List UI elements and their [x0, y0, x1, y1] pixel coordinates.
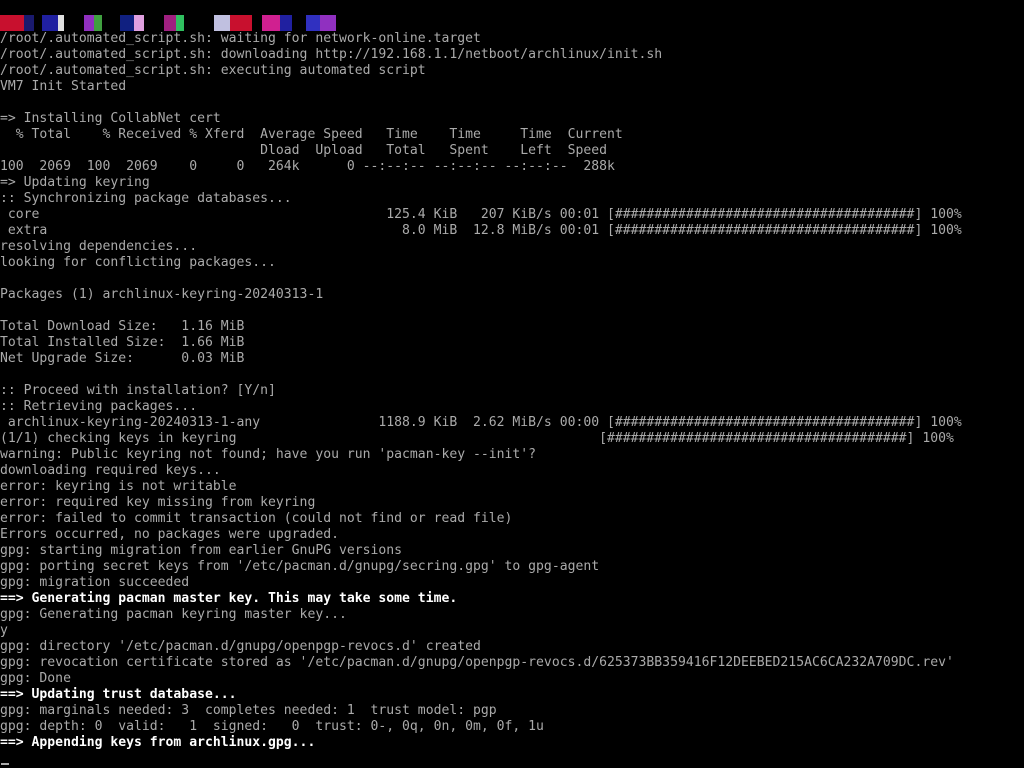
terminal-line: :: Synchronizing package databases...	[0, 191, 292, 206]
terminal-line: gpg: Generating pacman keyring master ke…	[0, 607, 347, 622]
glitch-segment	[120, 15, 134, 31]
terminal-line: warning: Public keyring not found; have …	[0, 447, 537, 462]
terminal-line: /root/.automated_script.sh: waiting for …	[0, 31, 481, 46]
terminal-line: error: keyring is not writable	[0, 479, 237, 494]
terminal-line: gpg: Done	[0, 671, 71, 686]
glitch-segment	[94, 15, 102, 31]
glitch-segment	[214, 15, 230, 31]
glitch-segment	[262, 15, 280, 31]
terminal-console[interactable]: /root/.automated_script.sh: waiting for …	[0, 0, 1024, 768]
terminal-line: gpg: depth: 0 valid: 1 signed: 0 trust: …	[0, 719, 544, 734]
terminal-line: :: Retrieving packages...	[0, 399, 198, 414]
terminal-line: /root/.automated_script.sh: downloading …	[0, 47, 663, 62]
glitch-segment	[34, 15, 42, 31]
terminal-line: archlinux-keyring-20240313-1-any 1188.9 …	[0, 415, 962, 430]
glitch-segment	[64, 15, 84, 31]
terminal-line: looking for conflicting packages...	[0, 255, 276, 270]
terminal-line: gpg: starting migration from earlier Gnu…	[0, 543, 403, 558]
terminal-line: ==> Updating trust database...	[0, 687, 237, 702]
terminal-line: ==> Generating pacman master key. This m…	[0, 591, 458, 606]
terminal-line: error: failed to commit transaction (cou…	[0, 511, 513, 526]
terminal-line: downloading required keys...	[0, 463, 221, 478]
terminal-line: gpg: directory '/etc/pacman.d/gnupg/open…	[0, 639, 481, 654]
terminal-line: Total Download Size: 1.16 MiB	[0, 319, 245, 334]
terminal-line: Net Upgrade Size: 0.03 MiB	[0, 351, 245, 366]
terminal-line: extra 8.0 MiB 12.8 MiB/s 00:01 [########…	[0, 223, 962, 238]
glitch-segment	[42, 15, 58, 31]
terminal-line: gpg: porting secret keys from '/etc/pacm…	[0, 559, 600, 574]
terminal-line: gpg: marginals needed: 3 completes neede…	[0, 703, 497, 718]
terminal-line: Dload Upload Total Spent Left Speed	[0, 143, 607, 158]
terminal-line: => Installing CollabNet cert	[0, 111, 221, 126]
glitch-segment	[24, 15, 34, 31]
terminal-line: ==> Appending keys from archlinux.gpg...	[0, 735, 316, 750]
terminal-line: Errors occurred, no packages were upgrad…	[0, 527, 339, 542]
terminal-line: VM7 Init Started	[0, 79, 127, 94]
terminal-line: Total Installed Size: 1.66 MiB	[0, 335, 245, 350]
glitch-artifact-bar	[0, 15, 340, 31]
terminal-line: 100 2069 100 2069 0 0 264k 0 --:--:-- --…	[0, 159, 615, 174]
glitch-segment	[84, 15, 94, 31]
terminal-line: :: Proceed with installation? [Y/n]	[0, 383, 276, 398]
glitch-segment	[0, 15, 24, 31]
terminal-line: => Updating keyring	[0, 175, 150, 190]
glitch-segment	[134, 15, 144, 31]
terminal-line: y	[0, 623, 8, 638]
glitch-segment	[230, 15, 252, 31]
glitch-segment	[292, 15, 306, 31]
terminal-line: /root/.automated_script.sh: executing au…	[0, 63, 426, 78]
terminal-line: % Total % Received % Xferd Average Speed…	[0, 127, 623, 142]
terminal-line: gpg: migration succeeded	[0, 575, 190, 590]
terminal-line: (1/1) checking keys in keyring [########…	[0, 431, 954, 446]
terminal-line: error: required key missing from keyring	[0, 495, 316, 510]
glitch-segment	[102, 15, 120, 31]
terminal-line: Packages (1) archlinux-keyring-20240313-…	[0, 287, 324, 302]
glitch-segment	[176, 15, 184, 31]
glitch-segment	[280, 15, 292, 31]
glitch-segment	[306, 15, 320, 31]
glitch-segment	[184, 15, 214, 31]
terminal-output: /root/.automated_script.sh: waiting for …	[0, 31, 962, 751]
glitch-segment	[144, 15, 164, 31]
glitch-segment	[164, 15, 176, 31]
glitch-segment	[320, 15, 336, 31]
terminal-line: resolving dependencies...	[0, 239, 198, 254]
terminal-line: gpg: revocation certificate stored as '/…	[0, 655, 954, 670]
terminal-line: core 125.4 KiB 207 KiB/s 00:01 [########…	[0, 207, 962, 222]
glitch-segment	[252, 15, 262, 31]
text-cursor	[1, 763, 9, 765]
